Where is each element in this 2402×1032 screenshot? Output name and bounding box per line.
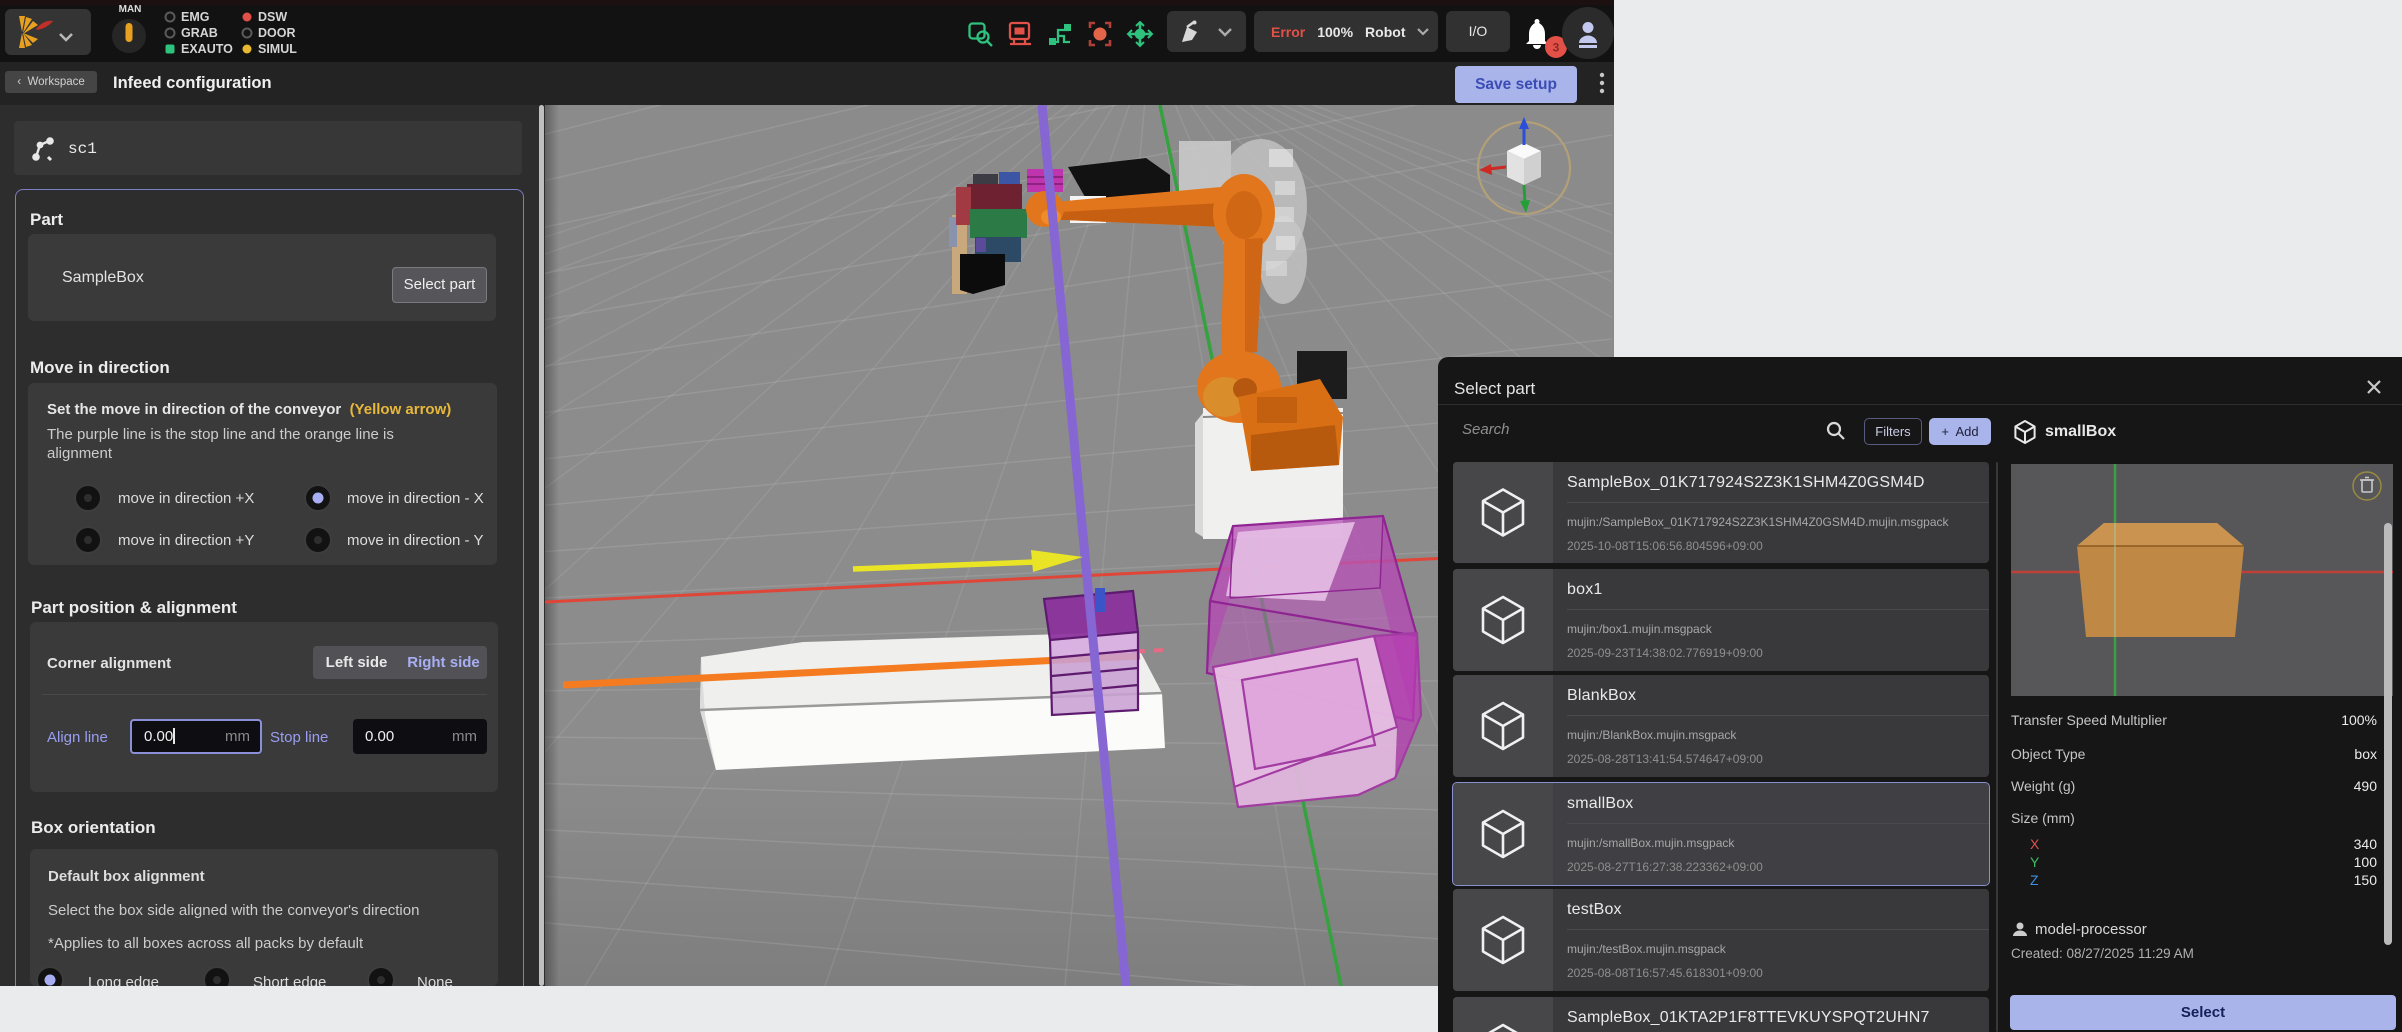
- svg-text:Long edge: Long edge: [88, 974, 159, 986]
- svg-text:move in direction - Y: move in direction - Y: [347, 532, 483, 549]
- svg-text:DSW: DSW: [258, 10, 287, 24]
- svg-text:move in direction - X: move in direction - X: [347, 490, 484, 507]
- svg-text:GRAB: GRAB: [181, 26, 218, 40]
- svg-text:DOOR: DOOR: [258, 26, 296, 40]
- svg-text:move in direction +Y: move in direction +Y: [118, 532, 254, 549]
- svg-text:EXAUTO: EXAUTO: [181, 42, 233, 56]
- svg-text:EMG: EMG: [181, 10, 209, 24]
- svg-text:Short edge: Short edge: [253, 974, 326, 986]
- svg-text:3: 3: [1553, 41, 1560, 55]
- svg-text:SIMUL: SIMUL: [258, 42, 297, 56]
- svg-text:move in direction +X: move in direction +X: [118, 490, 254, 507]
- svg-text:None: None: [417, 974, 453, 986]
